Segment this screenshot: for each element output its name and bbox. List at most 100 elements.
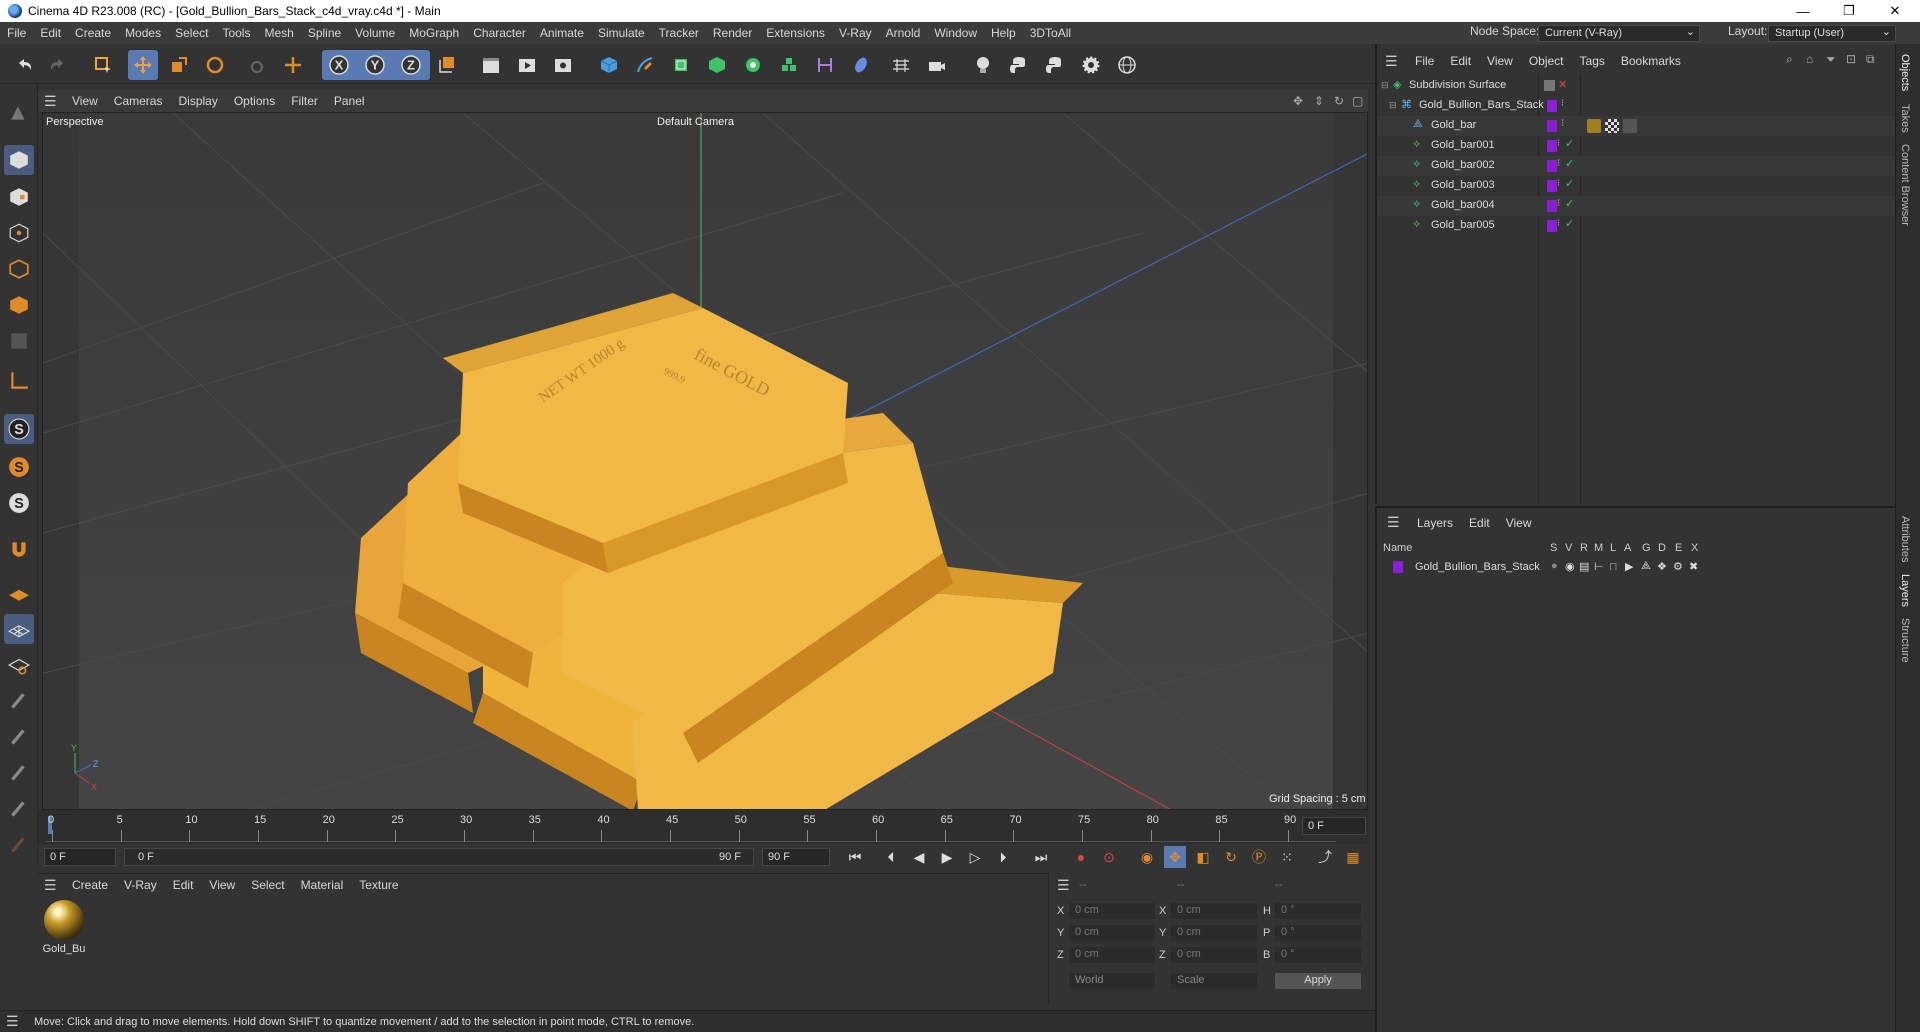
visibility-dots-icon[interactable]: ⁝ — [1557, 198, 1560, 209]
object-row-gold-bar[interactable]: ⟁ Gold_bar ⁝ — [1377, 116, 1895, 136]
filter-icon[interactable]: ⏷ — [1826, 52, 1836, 67]
texture-mode-button[interactable] — [4, 182, 34, 212]
col-manager[interactable]: M — [1594, 542, 1603, 554]
edge-mode-button[interactable] — [4, 254, 34, 284]
hamburger-icon[interactable]: ☰ — [1385, 53, 1399, 70]
size-x-field[interactable]: 0 cm — [1171, 903, 1257, 919]
object-row-gold-bar004[interactable]: ⟡ Gold_bar004 ⁝ ✓ — [1377, 196, 1895, 216]
quantize-button[interactable]: S — [4, 488, 34, 518]
layer-color-swatch[interactable] — [1547, 200, 1557, 212]
timeline-settings-button[interactable]: ⤴ — [1314, 846, 1336, 868]
menu-arnold[interactable]: Arnold — [879, 26, 928, 40]
menu-mograph[interactable]: MoGraph — [402, 26, 466, 40]
keyframe-selection-button[interactable]: ◉ — [1136, 846, 1158, 868]
layers-menu-layers[interactable]: Layers — [1409, 516, 1461, 530]
x-axis-lock-button[interactable]: X — [324, 50, 354, 80]
hamburger-icon[interactable]: ☰ — [6, 1013, 20, 1030]
key-pla-button[interactable]: ⁙ — [1276, 846, 1298, 868]
pos-z-field[interactable]: 0 cm — [1069, 947, 1155, 963]
coordinate-system-button[interactable] — [432, 50, 462, 80]
undo-button[interactable] — [10, 50, 40, 80]
tab-takes[interactable]: Takes — [1899, 104, 1911, 133]
go-to-end-button[interactable]: ⏭ — [1030, 846, 1052, 868]
key-position-button[interactable]: ✥ — [1164, 846, 1186, 868]
make-editable-button[interactable] — [4, 98, 34, 128]
search-icon[interactable]: ⌕ — [1786, 52, 1793, 67]
go-to-start-button[interactable]: ⏮ — [844, 846, 866, 868]
settings-gear-button[interactable] — [1076, 50, 1106, 80]
hamburger-icon[interactable]: ☰ — [44, 93, 58, 110]
magnet-button[interactable] — [4, 534, 34, 564]
menu-3dtoall[interactable]: 3DToAll — [1023, 26, 1078, 40]
menu-animate[interactable]: Animate — [533, 26, 591, 40]
enabled-check-icon[interactable]: ✓ — [1565, 197, 1574, 210]
field-button[interactable] — [846, 50, 876, 80]
move-tool-button[interactable] — [128, 50, 158, 80]
collapse-icon[interactable]: ⊟ — [1389, 100, 1397, 111]
material-thumbnail[interactable]: Gold_Bu — [42, 900, 86, 960]
material-menu-view[interactable]: View — [201, 878, 243, 892]
collapse-icon[interactable]: ⊟ — [1381, 80, 1389, 91]
apply-button[interactable]: Apply — [1275, 973, 1361, 989]
col-solo[interactable]: S — [1550, 542, 1557, 554]
locked-workplane-button[interactable] — [4, 650, 34, 680]
disabled-x-icon[interactable]: ✕ — [1558, 78, 1567, 91]
col-locked[interactable]: L — [1610, 542, 1616, 554]
cube-object-button[interactable] — [594, 50, 624, 80]
object-row-stack[interactable]: ⊟ ⌘ Gold_Bullion_Bars_Stack ⁝ — [1377, 96, 1895, 116]
previous-key-button[interactable]: ⏴ — [880, 846, 902, 868]
menu-modes[interactable]: Modes — [118, 26, 168, 40]
viewport-menu-view[interactable]: View — [64, 94, 106, 108]
material-menu-select[interactable]: Select — [243, 878, 292, 892]
pen-spline-button[interactable] — [630, 50, 660, 80]
layer-color-swatch[interactable] — [1547, 140, 1557, 152]
col-animation[interactable]: A — [1624, 542, 1631, 554]
render-view-button[interactable] — [476, 50, 506, 80]
rotate-tool-button[interactable] — [200, 50, 230, 80]
material-menu-create[interactable]: Create — [64, 878, 116, 892]
enable-axis-button[interactable] — [4, 366, 34, 396]
col-deformers[interactable]: D — [1658, 542, 1666, 554]
model-mode-button[interactable] — [4, 145, 34, 175]
eye-icon[interactable]: ◉ — [1565, 560, 1575, 573]
menu-extensions[interactable]: Extensions — [759, 26, 832, 40]
viewport-maximize-icon[interactable]: ▢ — [1352, 94, 1363, 108]
last-tool-button[interactable] — [242, 50, 272, 80]
python-script-button[interactable] — [1004, 50, 1034, 80]
visibility-dots-icon[interactable]: ⁝ — [1557, 158, 1560, 169]
autokey-button[interactable]: ⊙ — [1098, 846, 1120, 868]
y-axis-lock-button[interactable]: Y — [360, 50, 390, 80]
tab-layers[interactable]: Layers — [1899, 574, 1911, 607]
camera-button[interactable] — [922, 50, 952, 80]
node-space-dropdown[interactable]: Current (V-Ray) — [1538, 25, 1700, 42]
minimize-button[interactable]: — — [1780, 0, 1826, 22]
object-menu-bookmarks[interactable]: Bookmarks — [1613, 54, 1689, 68]
rot-b-field[interactable]: 0 ° — [1275, 947, 1361, 963]
edit-toggle-icon[interactable] — [1544, 80, 1555, 91]
workplane-button[interactable] — [4, 578, 34, 608]
film-strip-button[interactable]: ▦ — [1342, 846, 1364, 868]
viewport-move-icon[interactable]: ✥ — [1293, 94, 1303, 108]
phong-tag-icon[interactable] — [1623, 119, 1637, 133]
layer-color-swatch[interactable] — [1547, 160, 1557, 172]
sculpt-button[interactable] — [4, 722, 34, 752]
viewport-menu-options[interactable]: Options — [226, 94, 283, 108]
subdivision-surface-button[interactable] — [666, 50, 696, 80]
3d-viewport[interactable]: fine GOLD 999.9 NET WT 1000 g Y Z X Pers… — [42, 112, 1368, 810]
scale-tool-button[interactable] — [164, 50, 194, 80]
menu-help[interactable]: Help — [984, 26, 1023, 40]
workplane-snap-button[interactable]: S — [4, 452, 34, 482]
home-icon[interactable]: ⌂ — [1806, 52, 1813, 66]
size-y-field[interactable]: 0 cm — [1171, 925, 1257, 941]
object-row-subdivision[interactable]: ⊟ ◈ Subdivision Surface ✕ — [1377, 76, 1895, 96]
record-button[interactable]: ● — [1070, 846, 1092, 868]
enabled-check-icon[interactable]: ✓ — [1565, 137, 1574, 150]
play-button[interactable]: ▶ — [936, 846, 958, 868]
visibility-dots-icon[interactable]: ⁝ — [1561, 98, 1564, 109]
solo-icon[interactable]: ● — [1551, 560, 1558, 572]
layers-menu-edit[interactable]: Edit — [1461, 516, 1498, 530]
floor-button[interactable] — [886, 50, 916, 80]
key-param-button[interactable]: Ⓟ — [1248, 846, 1270, 868]
close-button[interactable]: ✕ — [1872, 0, 1918, 22]
deformer-button[interactable] — [810, 50, 840, 80]
